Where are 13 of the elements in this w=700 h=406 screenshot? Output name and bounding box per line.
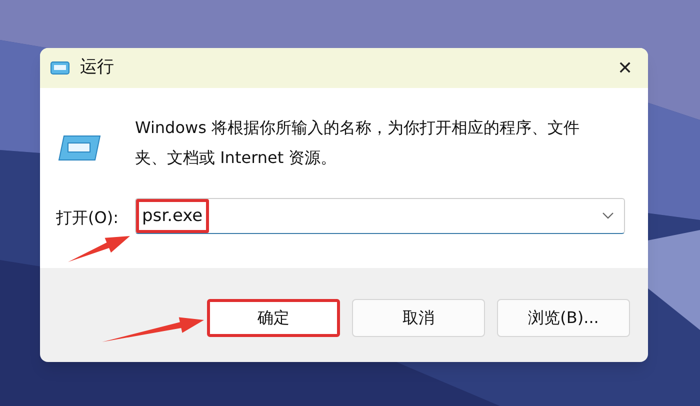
- run-icon: [58, 134, 101, 162]
- dialog-button[interactable]: 浏览(B)...: [497, 299, 630, 337]
- window-title: 运行: [80, 56, 114, 80]
- dialog-button[interactable]: 取消: [352, 299, 485, 337]
- input-value: psr.exe: [136, 199, 209, 233]
- description-text: Windows 将根据你所输入的名称，为你打开相应的程序、文件夹、文档或 Internet 资源。: [135, 117, 581, 169]
- open-label: 打开(O):: [56, 207, 118, 229]
- annotation-arrow: [68, 236, 130, 262]
- run-icon: [50, 61, 70, 75]
- dropdown-chevron-icon: [602, 212, 614, 220]
- open-combobox[interactable]: psr.exe: [135, 198, 625, 234]
- close-button[interactable]: ✕: [602, 48, 648, 88]
- dialog-button[interactable]: 确定: [207, 299, 340, 337]
